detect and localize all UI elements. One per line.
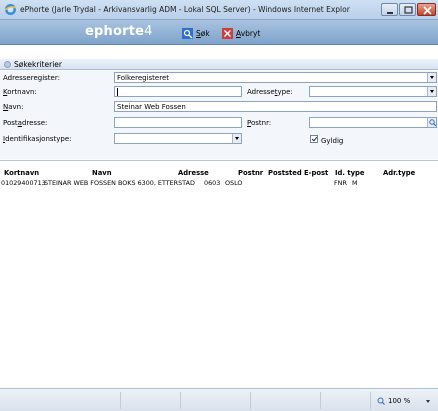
zoom-dropdown-icon[interactable]	[426, 400, 430, 403]
column-header-idtype[interactable]: Id. type	[335, 169, 365, 177]
column-header-kortnavn[interactable]: Kortnavn	[4, 169, 39, 177]
adressetype-label-pre: Adresse	[247, 88, 275, 96]
zoom-icon	[377, 397, 385, 405]
chevron-down-icon[interactable]	[427, 73, 436, 82]
adressetype-select[interactable]	[309, 86, 437, 97]
logo-text: ephorte	[85, 24, 145, 39]
cell-navn: STEINAR WEB FOSSEN	[44, 179, 116, 187]
chevron-down-icon[interactable]	[427, 87, 436, 96]
search-criteria-header[interactable]: Søkekriterier	[0, 59, 438, 70]
column-header-postnr[interactable]: Postnr	[238, 169, 263, 177]
minimize-icon	[387, 12, 393, 14]
cell-idtype: FNR	[334, 179, 347, 187]
cancel-label-rest: vbryt	[240, 28, 261, 38]
search-criteria-form: Adresseregister: Folkeregisteret Kortnav…	[0, 71, 438, 159]
chevron-down-icon[interactable]	[232, 134, 241, 143]
column-header-adrtype[interactable]: Adr.type	[383, 169, 415, 177]
cell-postnr: 0603	[204, 179, 221, 187]
navn-input[interactable]: Steinar Web Fossen	[114, 101, 437, 112]
search-button[interactable]: Søk	[182, 27, 210, 39]
search-button-label: Søk	[196, 29, 210, 38]
status-divider	[320, 392, 321, 409]
identifikasjonstype-label: Identifikasjonstype:	[3, 135, 72, 143]
lookup-icon[interactable]	[427, 118, 436, 127]
minimize-button[interactable]	[381, 3, 398, 16]
search-label-rest: øk	[200, 28, 210, 38]
column-header-adresse[interactable]: Adresse	[178, 169, 209, 177]
postnr-label: Postnr:	[247, 119, 271, 127]
kortnavn-input[interactable]	[114, 86, 242, 97]
postnr-input[interactable]	[309, 117, 437, 128]
postadresse-label-rest: dresse:	[21, 119, 48, 127]
status-bar: 100 %	[0, 388, 438, 411]
adresseregister-value: Folkeregisteret	[117, 74, 170, 82]
window-title: ePhorte (Jarle Trydal - Arkivansvarlig A…	[20, 5, 350, 14]
table-row[interactable]: 01029400713 STEINAR WEB FOSSEN BOKS 6300…	[0, 179, 438, 188]
app-toolbar: ephorte4 Søk Avbryt	[0, 20, 438, 45]
kortnavn-label-rest: ortnavn:	[7, 88, 37, 96]
close-icon	[423, 6, 432, 15]
navn-label: Navn:	[3, 103, 23, 111]
zoom-level: 100 %	[388, 397, 411, 405]
status-divider	[250, 392, 251, 409]
close-button[interactable]	[417, 3, 436, 16]
adresseregister-label: Adresseregister:	[3, 74, 60, 82]
maximize-icon	[404, 6, 413, 14]
cell-adrtype: M	[352, 179, 358, 187]
column-header-epost[interactable]: E-post	[304, 169, 328, 177]
kortnavn-label: Kortnavn:	[3, 88, 37, 96]
column-header-navn[interactable]: Navn	[92, 169, 112, 177]
navn-label-rest: avn:	[8, 103, 24, 111]
results-table: Kortnavn Navn Adresse Postnr Poststed E-…	[0, 160, 438, 388]
gyldig-label: Gyldig	[321, 137, 344, 145]
adressetype-label-rest: ype:	[277, 88, 293, 96]
window-titlebar: ePhorte (Jarle Trydal - Arkivansvarlig A…	[0, 0, 438, 20]
adressetype-label: Adressetype:	[247, 88, 293, 96]
identifikasjonstype-select[interactable]	[114, 133, 242, 144]
column-header-poststed[interactable]: Poststed	[268, 169, 302, 177]
status-divider	[120, 392, 121, 409]
cancel-icon	[222, 27, 233, 39]
collapse-icon[interactable]	[4, 61, 11, 68]
cancel-button-label: Avbryt	[236, 29, 260, 38]
table-header: Kortnavn Navn Adresse Postnr Poststed E-…	[0, 169, 438, 178]
gyldig-checkbox[interactable]	[310, 135, 318, 143]
adresseregister-select[interactable]: Folkeregisteret	[114, 72, 437, 83]
postadresse-label: Postadresse:	[3, 119, 47, 127]
internet-explorer-icon	[4, 4, 17, 15]
navn-value: Steinar Web Fossen	[117, 103, 186, 111]
status-divider	[370, 392, 371, 409]
cell-kortnavn: 01029400713	[1, 179, 46, 187]
logo-version: 4	[144, 24, 153, 39]
status-divider	[180, 392, 181, 409]
idtype-label-rest: dentifikasjonstype:	[5, 135, 72, 143]
postadresse-input[interactable]	[114, 117, 242, 128]
search-criteria-title: Søkekriterier	[14, 60, 62, 69]
search-icon	[182, 27, 193, 39]
cell-poststed: OSLO	[225, 179, 243, 187]
zoom-control[interactable]: 100 %	[377, 397, 410, 405]
cancel-button[interactable]: Avbryt	[222, 27, 260, 39]
postnr-label-rest: ostnr:	[250, 119, 272, 127]
postadresse-label-pre: Post	[3, 119, 18, 127]
ephorte-logo: ephorte4	[85, 24, 153, 39]
text-cursor	[117, 88, 118, 96]
cell-adresse: BOKS 6300, ETTERSTAD	[118, 179, 195, 187]
maximize-button[interactable]	[399, 3, 416, 16]
